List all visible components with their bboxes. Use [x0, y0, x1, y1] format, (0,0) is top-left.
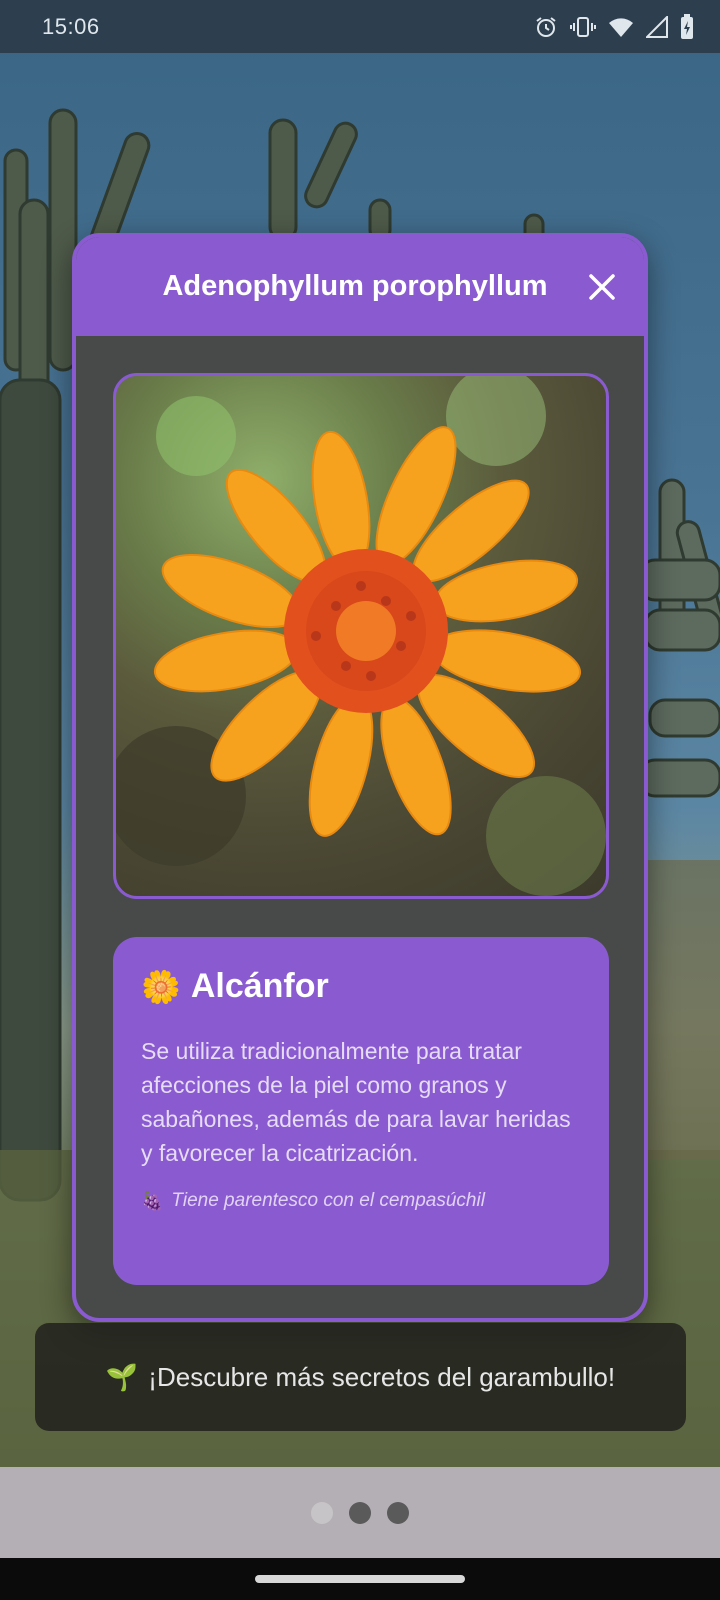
dialog-header: Adenophyllum porophyllum	[76, 237, 644, 336]
navigation-bar	[0, 1558, 720, 1600]
seedling-emoji-icon: 🌱	[105, 1361, 139, 1392]
info-title-row: 🌼 Alcánfor	[141, 967, 581, 1006]
page-dot-2[interactable]	[349, 1501, 371, 1524]
wifi-icon	[609, 17, 633, 37]
close-button[interactable]	[582, 267, 622, 307]
page-indicator	[0, 1467, 720, 1558]
toast-text: ¡Descubre más secretos del garambullo!	[148, 1361, 616, 1392]
discover-toast[interactable]: 🌱 ¡Descubre más secretos del garambullo!	[35, 1323, 686, 1431]
flower-emoji-icon: 🌼	[141, 968, 181, 1005]
plant-info-card: 🌼 Alcánfor Se utiliza tradicionalmente p…	[113, 937, 609, 1285]
alarm-icon	[536, 16, 556, 37]
status-icons	[534, 13, 694, 40]
plant-photo	[113, 373, 609, 899]
fun-fact-row: 🍇 Tiene parentesco con el cempasúchil	[141, 1190, 581, 1212]
close-icon	[589, 274, 615, 300]
dialog-title: Adenophyllum porophyllum	[162, 270, 548, 302]
flower-image	[116, 376, 606, 896]
plant-common-name: Alcánfor	[190, 967, 329, 1005]
grapes-emoji-icon: 🍇	[141, 1190, 164, 1211]
home-gesture-handle[interactable]	[255, 1575, 465, 1583]
status-time: 15:06	[42, 13, 100, 39]
page-dot-1[interactable]	[311, 1501, 333, 1524]
vibrate-icon	[570, 16, 596, 37]
battery-icon	[681, 13, 693, 39]
status-bar: 15:06	[0, 0, 720, 53]
signal-icon	[646, 15, 668, 38]
plant-detail-dialog: Adenophyllum porophyllum 🌼 Alcánfor Se u…	[72, 233, 648, 1322]
page-dot-3[interactable]	[387, 1501, 409, 1524]
fun-fact-text: Tiene parentesco con el cempasúchil	[171, 1190, 485, 1211]
plant-description: Se utiliza tradicionalmente para tratar …	[141, 1038, 571, 1166]
